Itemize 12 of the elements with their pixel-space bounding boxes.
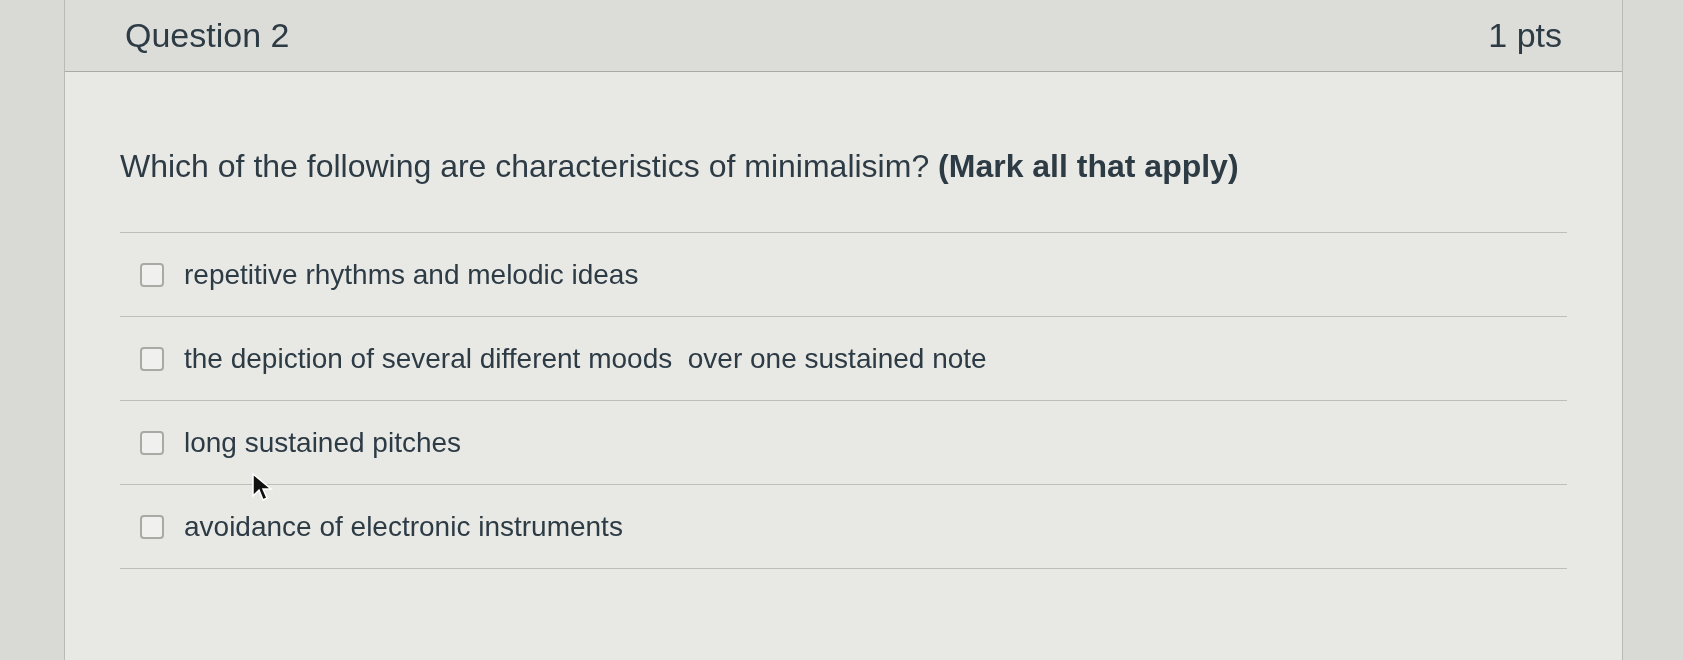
cursor-icon bbox=[251, 472, 273, 502]
option-label: repetitive rhythms and melodic ideas bbox=[184, 257, 639, 292]
checkbox[interactable] bbox=[140, 262, 164, 287]
option-label: avoidance of electronic instruments bbox=[184, 509, 623, 544]
question-text: Which of the following are characteristics of minimalisim? (Mark all that apply) bbox=[120, 147, 1240, 186]
checkbox[interactable] bbox=[140, 346, 164, 371]
points-label: 1 pts bbox=[1488, 15, 1562, 56]
question-title: Question 2 bbox=[125, 15, 290, 56]
checkbox[interactable] bbox=[140, 514, 164, 539]
checkbox[interactable] bbox=[140, 430, 164, 455]
option-label: long sustained pitches bbox=[184, 425, 462, 460]
option-label: the depiction of several different moods over one sustained note bbox=[184, 341, 987, 376]
